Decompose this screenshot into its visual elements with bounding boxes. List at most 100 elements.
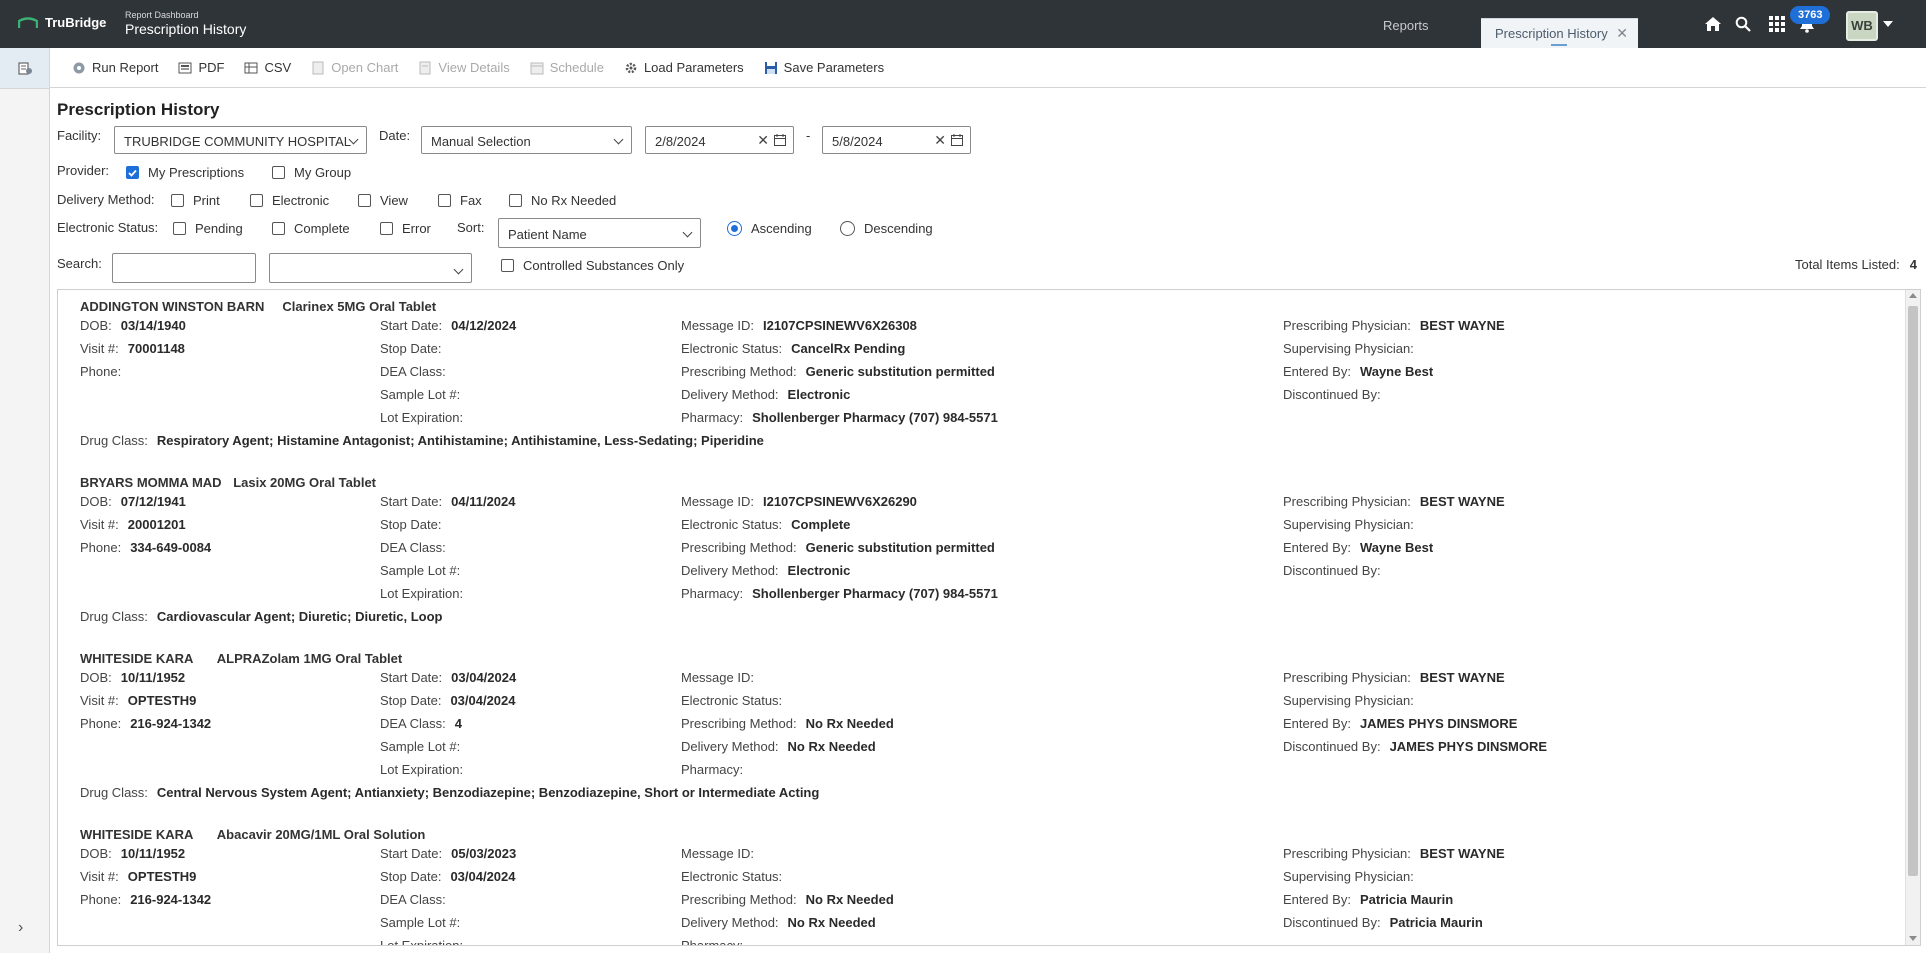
msgid-label: Message ID: [681, 846, 754, 861]
schedule-button[interactable]: Schedule [530, 60, 604, 75]
home-icon[interactable] [1703, 14, 1723, 34]
complete-checkbox[interactable]: Complete [272, 221, 350, 236]
clear-date-from-icon[interactable]: ✕ [757, 132, 769, 149]
patient-name: WHITESIDE KARA [80, 827, 194, 842]
open-chart-button[interactable]: Open Chart [311, 60, 398, 75]
user-avatar[interactable]: WB [1846, 11, 1878, 41]
stop-field: Stop Date: [380, 341, 450, 356]
report-settings-icon [17, 62, 32, 75]
phone-label: Phone: [80, 892, 122, 907]
csv-button[interactable]: CSV [244, 60, 291, 75]
view-checkbox[interactable]: View [358, 193, 408, 208]
drug-name: Clarinex 5MG Oral Tablet [282, 299, 437, 314]
print-label: Print [193, 193, 220, 208]
phone-field: Phone: [80, 364, 130, 379]
drug-name: Abacavir 20MG/1ML Oral Solution [216, 827, 426, 842]
print-checkbox[interactable]: Print [171, 193, 220, 208]
search-icon[interactable] [1733, 14, 1753, 34]
estatus-label: Electronic Status: [681, 341, 783, 356]
my-prescriptions-label: My Prescriptions [148, 165, 245, 180]
ascending-radio[interactable]: Ascending [727, 221, 812, 236]
csv-label: CSV [264, 60, 292, 75]
save-parameters-button[interactable]: Save Parameters [764, 60, 884, 75]
run-report-icon [72, 61, 86, 75]
rail-report-button[interactable] [0, 48, 49, 89]
expand-rail-chevron-icon[interactable]: › [18, 919, 23, 937]
phone-value: 334-649-0084 [130, 540, 212, 555]
calendar-icon[interactable] [774, 134, 786, 149]
scrollbar-thumb[interactable] [1908, 306, 1918, 876]
my-prescriptions-checkbox[interactable]: My Prescriptions [126, 165, 244, 180]
electronic-checkbox[interactable]: Electronic [250, 193, 329, 208]
fax-checkbox[interactable]: Fax [438, 193, 482, 208]
close-tab-icon[interactable]: ✕ [1616, 25, 1628, 42]
drug-name: ALPRAZolam 1MG Oral Tablet [216, 651, 403, 666]
sort-select[interactable]: Patient Name [498, 218, 701, 248]
dea-field: DEA Class: [380, 892, 455, 907]
search-input[interactable] [112, 253, 256, 283]
descending-label: Descending [864, 221, 933, 236]
run-report-button[interactable]: Run Report [72, 60, 158, 75]
dea-label: DEA Class: [380, 892, 446, 907]
view-details-button[interactable]: View Details [418, 60, 510, 75]
dea-field: DEA Class: [380, 540, 455, 555]
load-parameters-button[interactable]: Load Parameters [624, 60, 744, 75]
trubridge-logo[interactable]: TruBridge [18, 15, 106, 30]
controlled-substances-checkbox[interactable]: Controlled Substances Only [501, 258, 684, 273]
dmethod-label: Delivery Method: [681, 915, 779, 930]
prescription-record-3[interactable]: WHITESIDE KARA ALPRAZolam 1MG Oral Table… [58, 642, 1905, 819]
total-items-count: 4 [1909, 257, 1917, 272]
date-to-field[interactable]: 5/8/2024 ✕ [822, 126, 971, 154]
tab-active-indicator [1551, 44, 1567, 46]
stop-label: Stop Date: [380, 517, 442, 532]
page-title: Prescription History [57, 100, 220, 119]
apps-grid-icon[interactable] [1767, 14, 1787, 34]
search-field-select[interactable] [269, 253, 472, 283]
list-scrollbar[interactable] [1905, 290, 1920, 945]
estatus-label: Electronic Status: [681, 517, 783, 532]
clear-date-to-icon[interactable]: ✕ [934, 132, 946, 149]
date-mode-select[interactable]: Manual Selection [421, 126, 632, 154]
supervisor-field: Supervising Physician: [1283, 341, 1423, 356]
tab-prescription-history[interactable]: Prescription History ✕ [1481, 18, 1638, 48]
dob-field: DOB: 10/11/1952 [80, 670, 185, 685]
no-rx-needed-checkbox[interactable]: No Rx Needed [509, 193, 616, 208]
pmethod-label: Prescribing Method: [681, 892, 797, 907]
prescription-record-4[interactable]: WHITESIDE KARA Abacavir 20MG/1ML Oral So… [58, 818, 1905, 945]
pharmacy-label: Pharmacy: [681, 762, 744, 777]
descending-radio[interactable]: Descending [840, 221, 933, 236]
pdf-button[interactable]: PDF [178, 60, 224, 75]
scroll-down-arrow-icon[interactable] [1909, 936, 1917, 941]
dmethod-value: Electronic [787, 563, 851, 578]
total-items: Total Items Listed: 4 [1795, 257, 1917, 272]
tab-reports[interactable]: Reports [1383, 18, 1429, 33]
dmethod-field: Delivery Method: No Rx Needed [681, 915, 876, 930]
start-field: Start Date: 03/04/2024 [380, 670, 516, 685]
pmethod-value: No Rx Needed [805, 716, 894, 731]
my-group-label: My Group [294, 165, 352, 180]
calendar-icon[interactable] [951, 134, 963, 149]
date-from-field[interactable]: 2/8/2024 ✕ [645, 126, 794, 154]
drug-class-label: Drug Class: [80, 433, 148, 448]
chevron-down-icon [613, 134, 624, 145]
drug-class-value: Cardiovascular Agent; Diuretic; Diuretic… [156, 609, 443, 624]
electronic-label: Electronic [272, 193, 330, 208]
start-value: 04/12/2024 [451, 318, 517, 333]
dob-label: DOB: [80, 318, 112, 333]
discontinued-label: Discontinued By: [1283, 387, 1381, 402]
my-group-checkbox[interactable]: My Group [272, 165, 351, 180]
error-checkbox[interactable]: Error [380, 221, 431, 236]
prescription-record-1[interactable]: ADDINGTON WINSTON BARN Clarinex 5MG Oral… [58, 290, 1905, 467]
dmethod-label: Delivery Method: [681, 563, 779, 578]
notification-count-badge[interactable]: 3763 [1790, 6, 1831, 24]
lot-label: Sample Lot #: [380, 739, 461, 754]
prescription-record-2[interactable]: BRYARS MOMMA MAD Lasix 20MG Oral Tablet … [58, 466, 1905, 643]
phone-label: Phone: [80, 716, 122, 731]
facility-select[interactable]: TRUBRIDGE COMMUNITY HOSPITAL [114, 126, 367, 154]
top-header: TruBridge Report Dashboard Prescription … [0, 0, 1926, 48]
user-menu-caret-icon[interactable] [1883, 21, 1893, 27]
scroll-up-arrow-icon[interactable] [1909, 293, 1917, 298]
start-label: Start Date: [380, 494, 443, 509]
prescription-list: ADDINGTON WINSTON BARN Clarinex 5MG Oral… [57, 289, 1921, 946]
pending-checkbox[interactable]: Pending [173, 221, 243, 236]
